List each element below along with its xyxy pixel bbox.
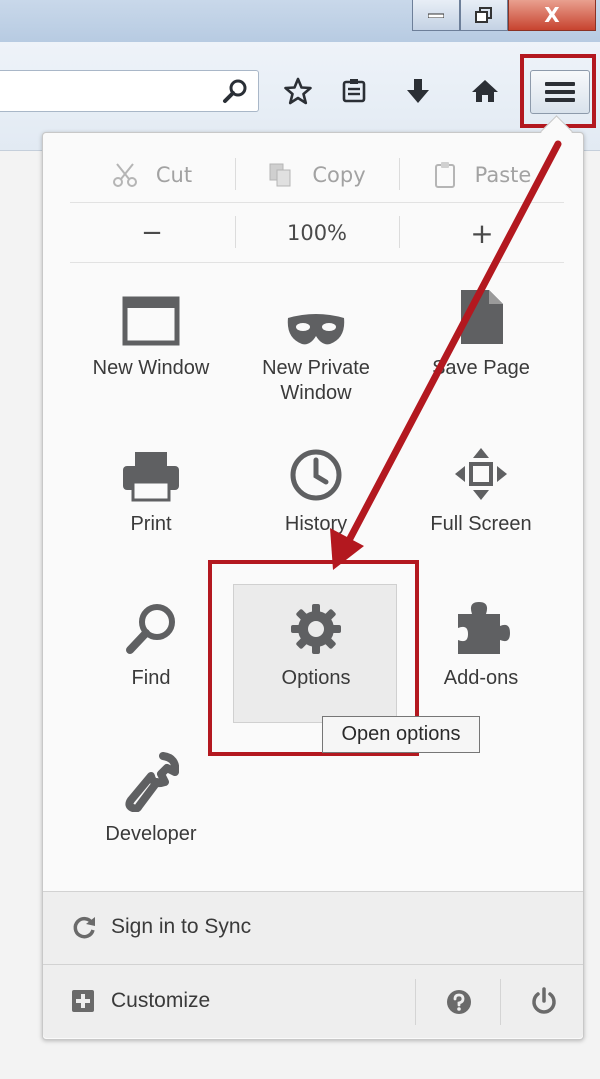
copy-icon <box>269 163 291 187</box>
new-window-label: New Window <box>92 357 210 379</box>
save-page-icon <box>461 290 503 344</box>
new-private-window-button[interactable]: New Private Window <box>233 276 399 406</box>
paste-clipboard-icon <box>434 162 455 188</box>
download-arrow-icon[interactable] <box>404 77 432 105</box>
cut-label: Cut <box>155 163 193 187</box>
new-private-window-label-line2: Window <box>280 382 352 404</box>
home-icon[interactable] <box>471 77 499 105</box>
developer-button[interactable]: Developer <box>68 742 234 847</box>
history-label: History <box>284 513 348 535</box>
copy-label: Copy <box>312 163 366 187</box>
power-icon <box>532 987 556 1014</box>
close-window-button[interactable]: X <box>508 0 596 31</box>
zoom-out-button[interactable]: − <box>70 210 234 256</box>
print-button[interactable]: Print <box>68 432 234 537</box>
printer-icon <box>123 452 179 502</box>
full-screen-icon <box>455 448 507 500</box>
sign-in-to-sync-button[interactable]: Sign in to Sync <box>111 915 251 939</box>
print-label: Print <box>130 513 172 535</box>
new-window-button[interactable]: New Window <box>68 276 234 381</box>
sync-footer: Sign in to Sync <box>43 891 583 964</box>
copy-button[interactable]: Copy <box>236 152 398 198</box>
window-controls: X <box>412 0 596 32</box>
cut-button[interactable]: Cut <box>70 152 234 198</box>
new-private-window-label-line1: New Private <box>262 357 370 379</box>
options-tooltip: Open options <box>322 716 480 753</box>
edit-controls: Cut Copy Paste <box>70 152 564 198</box>
zoom-reset-button[interactable]: 100% <box>236 210 398 256</box>
paste-label: Paste <box>474 163 532 187</box>
zoom-controls: − 100% + <box>70 210 564 256</box>
customize-footer: Customize <box>43 964 583 1038</box>
bookmark-star-icon[interactable] <box>284 77 312 105</box>
minimize-icon <box>428 13 444 18</box>
divider <box>415 979 416 1025</box>
magnifier-icon <box>126 604 175 654</box>
divider <box>70 202 564 203</box>
reading-list-icon[interactable] <box>340 77 368 105</box>
search-icon[interactable] <box>222 78 248 108</box>
add-ons-button[interactable]: Add-ons <box>398 586 564 691</box>
sync-icon <box>71 914 97 944</box>
new-window-icon <box>122 296 180 346</box>
customize-button[interactable]: Customize <box>111 989 210 1013</box>
help-icon <box>447 990 471 1014</box>
divider <box>500 979 501 1025</box>
wrench-icon <box>125 752 179 812</box>
private-mask-icon <box>287 314 345 345</box>
clock-icon <box>290 449 342 501</box>
customize-plus-icon <box>71 989 95 1017</box>
quit-button[interactable] <box>530 987 558 1019</box>
divider <box>70 262 564 263</box>
scissors-icon <box>112 163 137 187</box>
minimize-button[interactable] <box>412 0 460 31</box>
restore-icon <box>475 7 492 23</box>
close-icon: X <box>544 3 560 27</box>
window-titlebar: X <box>0 0 600 42</box>
search-field[interactable] <box>0 70 259 112</box>
zoom-in-button[interactable]: + <box>400 210 564 256</box>
developer-label: Developer <box>105 823 197 845</box>
puzzle-piece-icon <box>458 602 510 654</box>
paste-button[interactable]: Paste <box>400 152 564 198</box>
save-page-label: Save Page <box>432 357 530 379</box>
restore-button[interactable] <box>460 0 508 31</box>
help-button[interactable] <box>446 989 472 1019</box>
save-page-button[interactable]: Save Page <box>398 276 564 381</box>
history-button[interactable]: History <box>233 432 399 537</box>
add-ons-label: Add-ons <box>443 667 519 689</box>
full-screen-label: Full Screen <box>430 513 532 535</box>
full-screen-button[interactable]: Full Screen <box>398 432 564 537</box>
